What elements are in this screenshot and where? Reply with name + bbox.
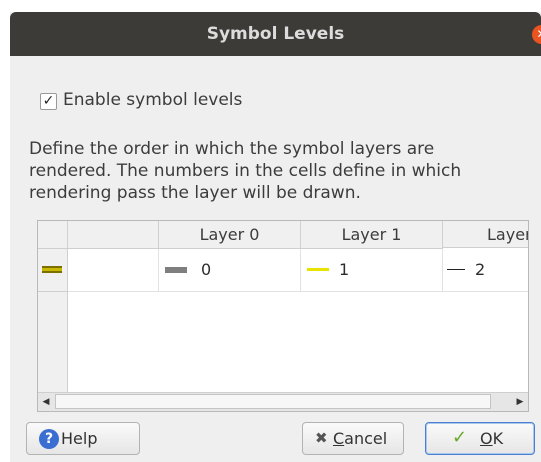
description-line: Define the order in which the symbol lay… (29, 139, 435, 159)
column-header-layer-2[interactable]: Layer (443, 221, 528, 248)
row-header[interactable] (38, 249, 68, 292)
description-text: Define the order in which the symbol lay… (29, 138, 541, 204)
line-symbol-icon (42, 266, 62, 273)
enable-symbol-levels-label[interactable]: Enable symbol levels (63, 90, 242, 110)
description-line: rendered. The numbers in the cells defin… (29, 161, 462, 181)
symbol-levels-table: Layer 0 Layer 1 Layer 0 1 2 ◀ ▶ (37, 220, 529, 412)
black-line-swatch-icon (447, 269, 465, 270)
level-value: 0 (201, 260, 212, 279)
level-value: 1 (339, 260, 350, 279)
level-value: 2 (475, 260, 486, 279)
table-cell-layer-1[interactable]: 1 (301, 249, 443, 292)
scroll-right-icon[interactable]: ▶ (512, 393, 528, 411)
horizontal-scrollbar[interactable]: ◀ ▶ (38, 392, 528, 411)
ok-button[interactable]: ✓ OK (425, 422, 535, 455)
enable-symbol-levels-checkbox[interactable]: ✓ (40, 93, 57, 110)
cancel-icon: ✖ (315, 429, 328, 447)
yellow-line-swatch-icon (307, 268, 329, 271)
scrollbar-thumb[interactable] (55, 394, 491, 409)
table-column-header-blank[interactable] (68, 221, 159, 249)
table-cell-symbol-blank[interactable] (68, 249, 159, 292)
help-button-label: Help (61, 429, 98, 448)
column-header-layer-0[interactable]: Layer 0 (159, 221, 301, 249)
column-header-layer-1[interactable]: Layer 1 (301, 221, 443, 249)
table-cell-layer-2[interactable]: 2 (443, 249, 528, 292)
help-icon: ? (39, 429, 59, 449)
table-cell-layer-0[interactable]: 0 (159, 249, 301, 292)
window-title: Symbol Levels (206, 24, 345, 44)
checkmark-icon: ✓ (452, 427, 468, 448)
title-bar: Symbol Levels ✕ (10, 12, 541, 56)
gray-line-swatch-icon (165, 267, 187, 273)
table-corner-header (38, 221, 68, 249)
cancel-button-label: Cancel (333, 429, 388, 448)
help-button[interactable]: ? Help (26, 422, 140, 455)
symbol-levels-dialog: Symbol Levels ✕ ✓ Enable symbol levels D… (10, 12, 541, 462)
description-line: rendering pass the layer will be drawn. (29, 183, 361, 203)
cancel-button[interactable]: ✖ Cancel (302, 422, 404, 455)
ok-button-label: OK (480, 429, 504, 448)
scroll-left-icon[interactable]: ◀ (38, 393, 54, 411)
row-header-empty-area (38, 292, 68, 392)
